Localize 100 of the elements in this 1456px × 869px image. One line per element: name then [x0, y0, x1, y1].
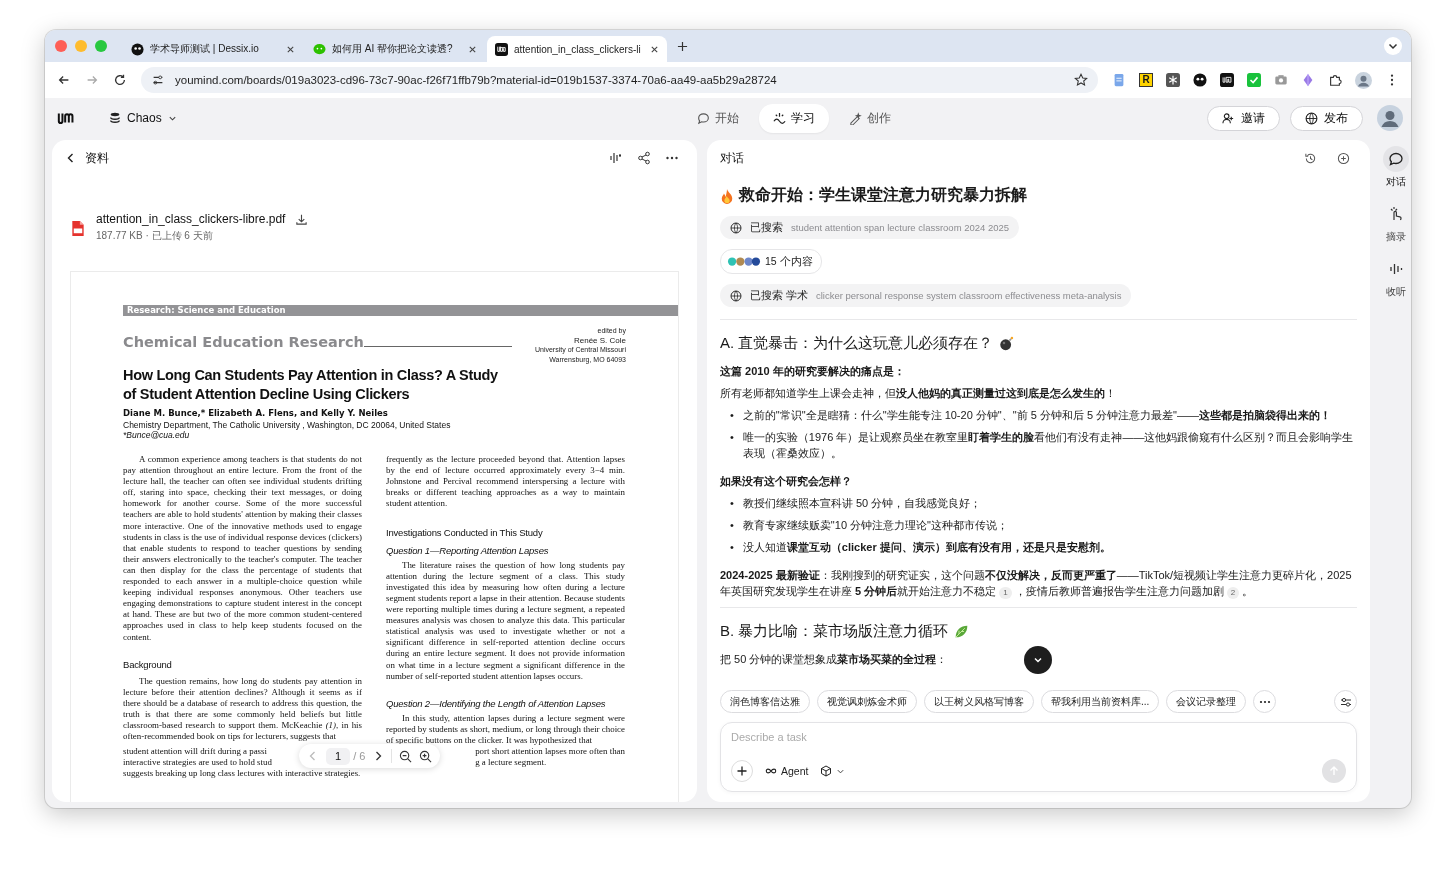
- cube-icon: [820, 765, 833, 777]
- bookmark-star-icon[interactable]: [1074, 73, 1088, 87]
- bomb-icon: [999, 336, 1015, 351]
- asterisk-extension-icon[interactable]: [1166, 73, 1180, 87]
- audio-bars-icon[interactable]: [609, 151, 623, 165]
- new-tab-icon[interactable]: [677, 40, 688, 52]
- section-heading: A. 直觉暴击：为什么这玩意儿必须存在？: [720, 334, 994, 353]
- file-meta: 187.77 KB · 已上传 6 天前: [96, 229, 214, 243]
- crystal-extension-icon[interactable]: [1301, 73, 1315, 87]
- section-heading: Investigations Conducted in This Study: [386, 527, 544, 539]
- stack-icon: [109, 112, 121, 124]
- invite-button[interactable]: 邀请: [1207, 105, 1280, 131]
- body-paragraph: frequently as the lecture proceeded beyond that. Attention lapses by the end of lecture occurred approximately every 3−4 min. Johnstone and Percival recommend interspersing a lecture with breaks or different teaching approaches as a way to maintain student attention.: [386, 454, 625, 510]
- section-banner: Research: Science and Education: [123, 305, 678, 316]
- browser-tab[interactable]: 如何用 AI 帮你把论文读透?: [305, 36, 485, 62]
- author-list: Diane M. Bunce,* Elizabeth A. Flens, and Kelly Y. Neiles: [123, 408, 678, 418]
- address-bar[interactable]: youmind.com/boards/019a3023-cd96-73c7-90ac-f26f71ffb79b?material-id=019b1537-3374-70a6-aa49-aa5b29a28724: [141, 67, 1098, 93]
- bullet-marker: •: [730, 540, 734, 555]
- new-chat-icon[interactable]: [1337, 151, 1350, 165]
- sliders-icon: [1339, 695, 1352, 708]
- flame-icon: [720, 187, 734, 204]
- sources-chip[interactable]: 15 个内容: [720, 249, 822, 274]
- suggestion-chip[interactable]: 以王树义风格写博客: [924, 690, 1034, 713]
- globe-icon: [1305, 111, 1318, 125]
- sparkle-wave-icon: [772, 111, 786, 125]
- app-favicon-icon: [495, 42, 508, 56]
- subsection-heading: Question 2—Identifying the Length of Attention Lapses: [386, 697, 607, 709]
- camera-extension-icon[interactable]: [1274, 73, 1288, 87]
- suggestion-chip[interactable]: 润色博客信达雅: [720, 690, 810, 713]
- user-avatar[interactable]: [1377, 105, 1403, 131]
- settings-button[interactable]: [1334, 690, 1357, 713]
- page-total: / 6: [353, 750, 366, 762]
- lettuce-icon: [954, 624, 970, 639]
- section-heading: B. 暴力比喻：菜市场版注意力循环: [720, 622, 949, 641]
- body-paragraph: The literature raises the question of how long students pay attention during the lecture segment of a class. This study investigated this idea by measuring how often during a lecture segment students report a lapse in their attention. Because students were reporting multiple times during a lecture segment, a repeated measures analysis was chosen to analyze this data. This particular statistical analysis was used to investigate whether or not a significant difference in self-reported attention decline occurs during an entire lecture segment. It does not provide information on what time in a lecture segment a significant difference in the number of self-reported student attention lapses occurs.: [386, 559, 625, 682]
- zoom-in-icon[interactable]: [419, 749, 433, 763]
- site-settings-icon[interactable]: [151, 73, 165, 87]
- share-icon[interactable]: [637, 151, 651, 165]
- profile-avatar-icon[interactable]: [1355, 71, 1372, 89]
- chat-heading: 救命开始：学生课堂注意力研究暴力拆解: [739, 185, 1027, 205]
- bullet-marker: •: [730, 518, 734, 533]
- chat-bubble-icon: [696, 111, 710, 125]
- globe-icon: [730, 289, 742, 302]
- search-step[interactable]: 已搜索 学术 clicker personal response system classroom effectiveness meta-analysis: [720, 284, 1132, 307]
- browser-tab[interactable]: 学术导师测试 | Dessix.io: [123, 36, 303, 62]
- page-number-field[interactable]: 1: [326, 747, 351, 765]
- affiliation: Chemistry Department, The Catholic University , Washington, DC 20064, United States: [123, 420, 452, 430]
- mask-extension-icon[interactable]: [1193, 73, 1207, 87]
- body-paragraph: The question remains, how long do students pay attention in lecture before their attention declines? Although it seems as if there should be a database of research to address this question, the truth is that there are some commonly held beliefs but little classroom-based research to support them. McKeachie (1), in his often-recommended book on tips for lecturers, suggests that: [123, 675, 362, 743]
- body-text-line: port short attention lapses more often than: [475, 746, 625, 758]
- download-icon[interactable]: [295, 212, 309, 226]
- bullet-item: 教授们继续照本宣科讲 50 分钟，自我感觉良好；: [742, 496, 982, 511]
- paragraph: 所有老师都知道学生上课会走神，但没人他妈的真正测量过这到底是怎么发生的！: [720, 386, 1116, 401]
- paragraph: 2024-2025 最新验证：我刚搜到的研究证实，这个问题不仅没解决，反而更严重了——TikTok/短视频让学生注意力更碎片化，2025 年英国研究发现学生在讲座 5 分钟后就开始注意力不稳定 1 ，疫情后教师普遍报告学生注意力问题加剧 2 。: [720, 568, 1353, 599]
- board-switcher[interactable]: Chaos: [105, 109, 181, 127]
- close-tab-icon[interactable]: [286, 44, 295, 54]
- back-icon[interactable]: [57, 73, 71, 87]
- step-label: 已搜索: [750, 220, 783, 235]
- mode-tab[interactable]: 学习: [758, 103, 829, 133]
- article-title: How Long Can Students Pay Attention in Class? A Study of Student Attention Decline Using Clickers: [123, 366, 499, 404]
- app-extension-icon[interactable]: [1220, 73, 1234, 87]
- suggestion-chip[interactable]: 视觉讽刺炼金术师: [817, 690, 917, 713]
- reload-icon[interactable]: [113, 73, 127, 87]
- search-step[interactable]: 已搜索 student attention span lecture classroom 2024 2025: [720, 216, 1020, 239]
- scroll-down-button[interactable]: [1024, 646, 1052, 674]
- suggestion-chip[interactable]: 帮我利用当前资料库...: [1041, 690, 1160, 713]
- letter-extension-icon[interactable]: R: [1139, 73, 1153, 87]
- agent-mode-button[interactable]: Agent: [765, 765, 809, 777]
- bold-paragraph: 这篇 2010 年的研究要解决的痛点是：: [720, 364, 905, 379]
- bullet-item: 教育专家继续贩卖"10 分钟注意力理论"这种都市传说；: [742, 518, 1008, 533]
- more-suggestions-button[interactable]: [1253, 690, 1277, 713]
- close-tab-icon[interactable]: [468, 44, 477, 54]
- bold-paragraph: 如果没有这个研究会怎样？: [720, 474, 852, 489]
- source-favicons-icon: [727, 256, 761, 267]
- history-icon[interactable]: [1304, 151, 1317, 165]
- search-query: clicker personal response system classroom effectiveness meta-analysis: [815, 290, 1122, 301]
- side-nav-item[interactable]: 收听: [1382, 256, 1409, 299]
- step-label: 已搜索 学术: [750, 288, 808, 303]
- plus-icon: [736, 765, 748, 777]
- panel-title: 资料: [85, 150, 109, 166]
- suggestion-chip[interactable]: 会议记录整理: [1166, 690, 1247, 713]
- bullet-item: 唯一的实验（1976 年）是让观察员坐在教室里盯着学生的脸看他们有没有走神——这他妈跟偷窥有什么区别？而且会影响学生表现（霍桑效应）。: [742, 430, 1355, 461]
- tab-search-icon[interactable]: [1383, 36, 1403, 56]
- search-query: student attention span lecture classroom 2024 2025: [791, 222, 1010, 233]
- mode-tab[interactable]: 开始: [682, 103, 753, 133]
- subsection-heading: Question 1—Reporting Attention Lapses: [386, 544, 550, 556]
- zoom-out-icon[interactable]: [399, 749, 413, 763]
- publish-button[interactable]: 发布: [1290, 105, 1363, 131]
- mode-tab[interactable]: 创作: [834, 103, 905, 133]
- body-paragraph: A common experience among teachers is that students do not pay attention throughout an entire lecture. From the front of the lecture hall, the teacher can often see individual students drifting off, staring into space, checking their text messages, or doing homework for another course. Some of the more successful teachers are able to hold students' attention by making their classes more interactive. One of the innovative methods used to engage students in class is the use of individual response devices (clickers) that enable students to respond to teacher questions by sending their answers electronically to the teacher's computer. The teacher can then display for the class the percentage of students that responded to each answer in a multiple-choice question while keeping individual responses anonymous. Other teachers use engaging demonstrations to capture student interest in the concept at hand. These are but two of the more common student-centered approaches used in class to help keep students focused on the content.: [123, 454, 362, 643]
- body-text-line: g a lecture segment.: [475, 757, 547, 769]
- browser-tab[interactable]: attention_in_class_clickers-li: [487, 36, 667, 62]
- add-button[interactable]: [731, 760, 753, 782]
- chat-favicon-icon: [313, 42, 326, 56]
- close-tab-icon[interactable]: [650, 44, 659, 54]
- task-input[interactable]: Describe a task Agent: [720, 722, 1357, 792]
- puzzle-extension-icon[interactable]: [1328, 73, 1342, 87]
- model-picker[interactable]: [820, 765, 846, 777]
- checkmark-extension-icon[interactable]: [1247, 73, 1261, 87]
- side-nav-item[interactable]: 摘录: [1382, 201, 1409, 244]
